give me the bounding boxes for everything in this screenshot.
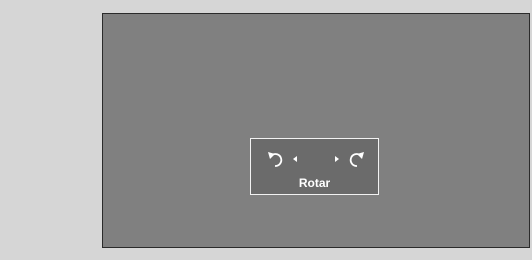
- rotate-counterclockwise-icon: [266, 150, 288, 168]
- rotate-control-panel: Rotar: [250, 138, 379, 195]
- left-arrow-small-icon: [293, 156, 297, 162]
- right-arrow-small-icon: [335, 156, 339, 162]
- image-canvas[interactable]: Rotar: [102, 13, 530, 248]
- rotate-left-button[interactable]: [263, 149, 297, 169]
- rotate-right-button[interactable]: [335, 149, 369, 169]
- rotate-clockwise-icon: [344, 150, 366, 168]
- rotate-label: Rotar: [298, 176, 331, 190]
